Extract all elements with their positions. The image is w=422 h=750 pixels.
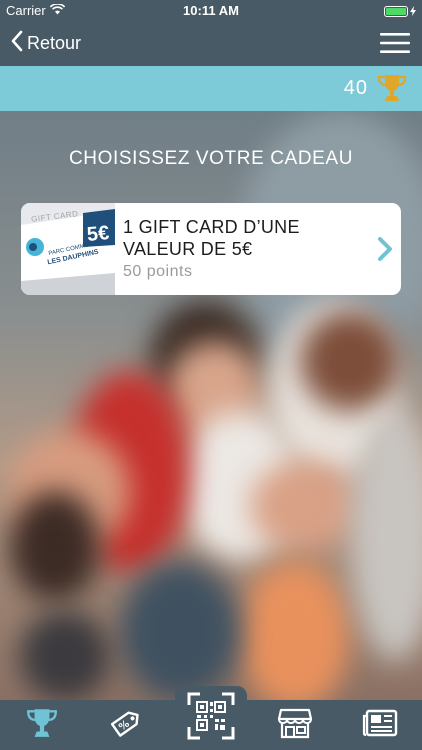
gift-title: 1 GIFT CARD D’UNE VALEUR DE 5€: [123, 217, 300, 259]
qr-scan-icon: [186, 691, 236, 746]
gift-points: 50 points: [123, 263, 193, 280]
tab-scan[interactable]: [175, 686, 247, 750]
points-count: 40: [343, 77, 368, 99]
chevron-right-icon: [377, 236, 393, 267]
background-photo: [0, 111, 422, 700]
back-label: Retour: [27, 33, 82, 53]
gift-card-thumbnail: GIFT CARD 5€ PARC COMMERCIAL LES DAUPHIN…: [21, 203, 115, 295]
chevron-left-icon: [10, 30, 23, 57]
trophy-icon: [376, 72, 408, 109]
status-bar: Carrier 10:11 AM: [0, 0, 422, 22]
store-icon: [277, 707, 313, 744]
battery-icon: [384, 6, 408, 17]
battery-indicator: [384, 4, 416, 19]
gift-card-item[interactable]: GIFT CARD 5€ PARC COMMERCIAL LES DAUPHIN…: [21, 203, 401, 295]
tab-stores[interactable]: [253, 700, 337, 750]
coupon-tag-icon: %: [108, 706, 144, 745]
points-bar: 40: [0, 66, 422, 111]
svg-text:%: %: [117, 718, 132, 733]
charging-bolt-icon: [410, 4, 416, 19]
tab-coupons[interactable]: %: [84, 700, 168, 750]
back-button[interactable]: Retour: [10, 30, 81, 57]
page-title: CHOISISSEZ VOTRE CADEAU: [68, 148, 354, 169]
trophy-icon: [25, 706, 59, 745]
newspaper-icon: [362, 708, 398, 743]
tab-rewards[interactable]: [0, 700, 84, 750]
tab-news[interactable]: [338, 700, 422, 750]
hamburger-menu-icon[interactable]: [380, 31, 410, 55]
nav-bar: Retour: [0, 22, 422, 66]
clock: 10:11 AM: [183, 3, 239, 18]
